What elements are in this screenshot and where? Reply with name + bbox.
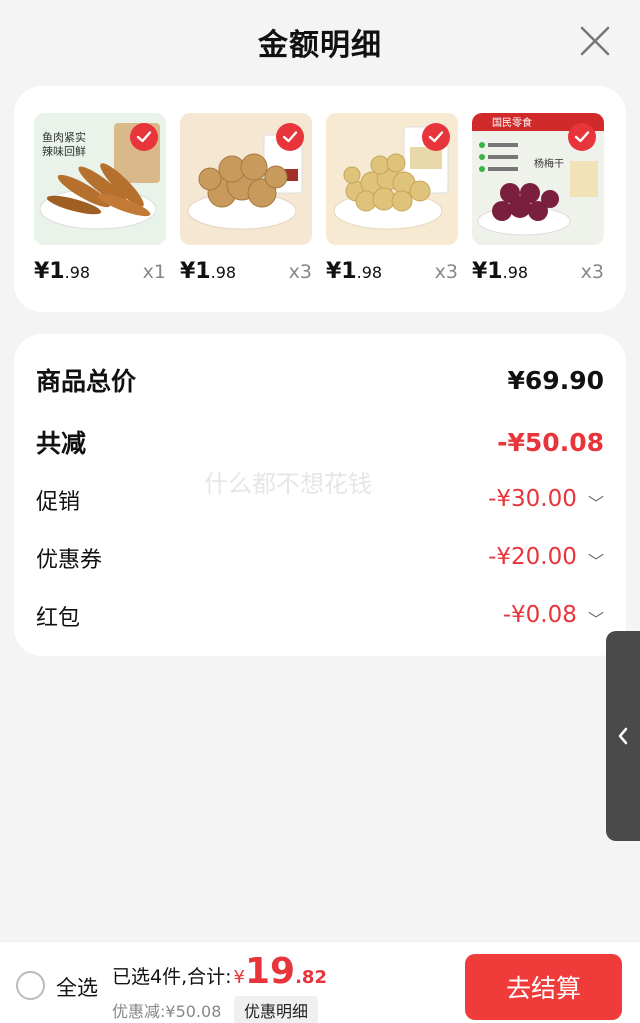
promo-label: 促销 bbox=[36, 490, 81, 515]
svg-text:辣味回鲜: 辣味回鲜 bbox=[42, 144, 86, 158]
price-summary: 什么都不想花钱 商品总价 ¥69.90 共减 -¥50.08 促销 -¥30.0… bbox=[14, 334, 626, 656]
redpack-value: -¥0.08 bbox=[502, 602, 577, 629]
amount-integer: 19 bbox=[244, 951, 296, 992]
popcorn-snack-image bbox=[326, 113, 458, 245]
page-title: 金额明细 bbox=[258, 28, 382, 63]
close-icon[interactable] bbox=[578, 24, 612, 58]
select-all-radio[interactable] bbox=[16, 971, 45, 1000]
coupon-value: -¥20.00 bbox=[488, 544, 577, 571]
watermark: 什么都不想花钱 bbox=[204, 470, 372, 498]
select-all-label[interactable]: 全选 bbox=[56, 972, 98, 1002]
checked-icon[interactable] bbox=[130, 123, 158, 151]
redpack-row[interactable]: 红包 -¥0.08 ﹀ bbox=[36, 596, 604, 636]
promo-amount: -¥30.00 ﹀ bbox=[488, 486, 604, 514]
amount-decimal: .82 bbox=[295, 967, 327, 988]
total-row: 商品总价 ¥69.90 bbox=[36, 360, 604, 400]
product-price: ¥1.98 bbox=[34, 259, 91, 284]
coupon-label: 优惠券 bbox=[36, 548, 103, 573]
product-price: ¥1.98 bbox=[180, 259, 237, 284]
reduce-value: -¥50.08 bbox=[497, 427, 604, 457]
redpack-amount: -¥0.08 ﹀ bbox=[503, 602, 604, 630]
product-qty: x3 bbox=[434, 261, 458, 283]
product-qty: x3 bbox=[580, 261, 604, 283]
svg-text:杨梅干: 杨梅干 bbox=[534, 157, 564, 170]
reduce-label: 共减 bbox=[36, 429, 87, 458]
bayberry-image: 国民零食 杨梅干 bbox=[472, 113, 604, 245]
discount-detail-button[interactable]: 优惠明细 bbox=[234, 996, 319, 1023]
header: 金额明细 bbox=[0, 0, 640, 84]
product-item[interactable]: 国民零食 杨梅干 ¥1.98 x3 bbox=[472, 113, 604, 312]
coupon-row[interactable]: 优惠券 -¥20.00 ﹀ bbox=[36, 538, 604, 578]
side-drawer-tab[interactable] bbox=[606, 631, 640, 841]
chevron-left-icon bbox=[618, 727, 628, 745]
product-item[interactable]: 鱼肉紧实 辣味回鲜 ¥1.98 x1 bbox=[34, 113, 166, 312]
svg-text:鱼肉紧实: 鱼肉紧实 bbox=[42, 130, 86, 144]
product-strip: 鱼肉紧实 辣味回鲜 ¥1.98 x1 ¥1.98 x3 ¥1.98 x3 国民零… bbox=[14, 86, 626, 312]
checked-icon[interactable] bbox=[422, 123, 450, 151]
total-value: ¥69.90 bbox=[507, 365, 604, 395]
product-item[interactable]: ¥1.98 x3 bbox=[326, 113, 458, 312]
promo-value: -¥30.00 bbox=[488, 486, 577, 513]
checked-icon[interactable] bbox=[276, 123, 304, 151]
dried-fish-image: 鱼肉紧实 辣味回鲜 bbox=[34, 113, 166, 245]
product-item[interactable]: ¥1.98 x3 bbox=[180, 113, 312, 312]
checked-icon[interactable] bbox=[568, 123, 596, 151]
product-qty: x1 bbox=[142, 261, 166, 283]
coupon-amount: -¥20.00 ﹀ bbox=[488, 544, 604, 572]
redpack-label: 红包 bbox=[36, 606, 81, 631]
walnut-image bbox=[180, 113, 312, 245]
total-label: 商品总价 bbox=[36, 367, 137, 396]
discount-text: 优惠减:¥50.08 bbox=[112, 1002, 222, 1021]
product-price: ¥1.98 bbox=[472, 259, 529, 284]
svg-text:国民零食: 国民零食 bbox=[492, 116, 532, 129]
product-qty: x3 bbox=[288, 261, 312, 283]
reduce-row: 共减 -¥50.08 bbox=[36, 422, 604, 462]
checkout-button[interactable]: 去结算 bbox=[465, 954, 622, 1020]
product-price: ¥1.98 bbox=[326, 259, 383, 284]
total-amount: 已选4件,合计: ¥ 19 .82 bbox=[112, 954, 327, 990]
currency-symbol: ¥ bbox=[233, 967, 245, 988]
selected-count-text: 已选4件,合计: bbox=[112, 966, 232, 988]
chevron-down-icon[interactable]: ﹀ bbox=[588, 490, 604, 514]
chevron-down-icon[interactable]: ﹀ bbox=[588, 606, 604, 630]
chevron-down-icon[interactable]: ﹀ bbox=[588, 548, 604, 572]
bottom-bar: 全选 已选4件,合计: ¥ 19 .82 优惠减:¥50.08 优惠明细 去结算 bbox=[0, 941, 640, 1023]
